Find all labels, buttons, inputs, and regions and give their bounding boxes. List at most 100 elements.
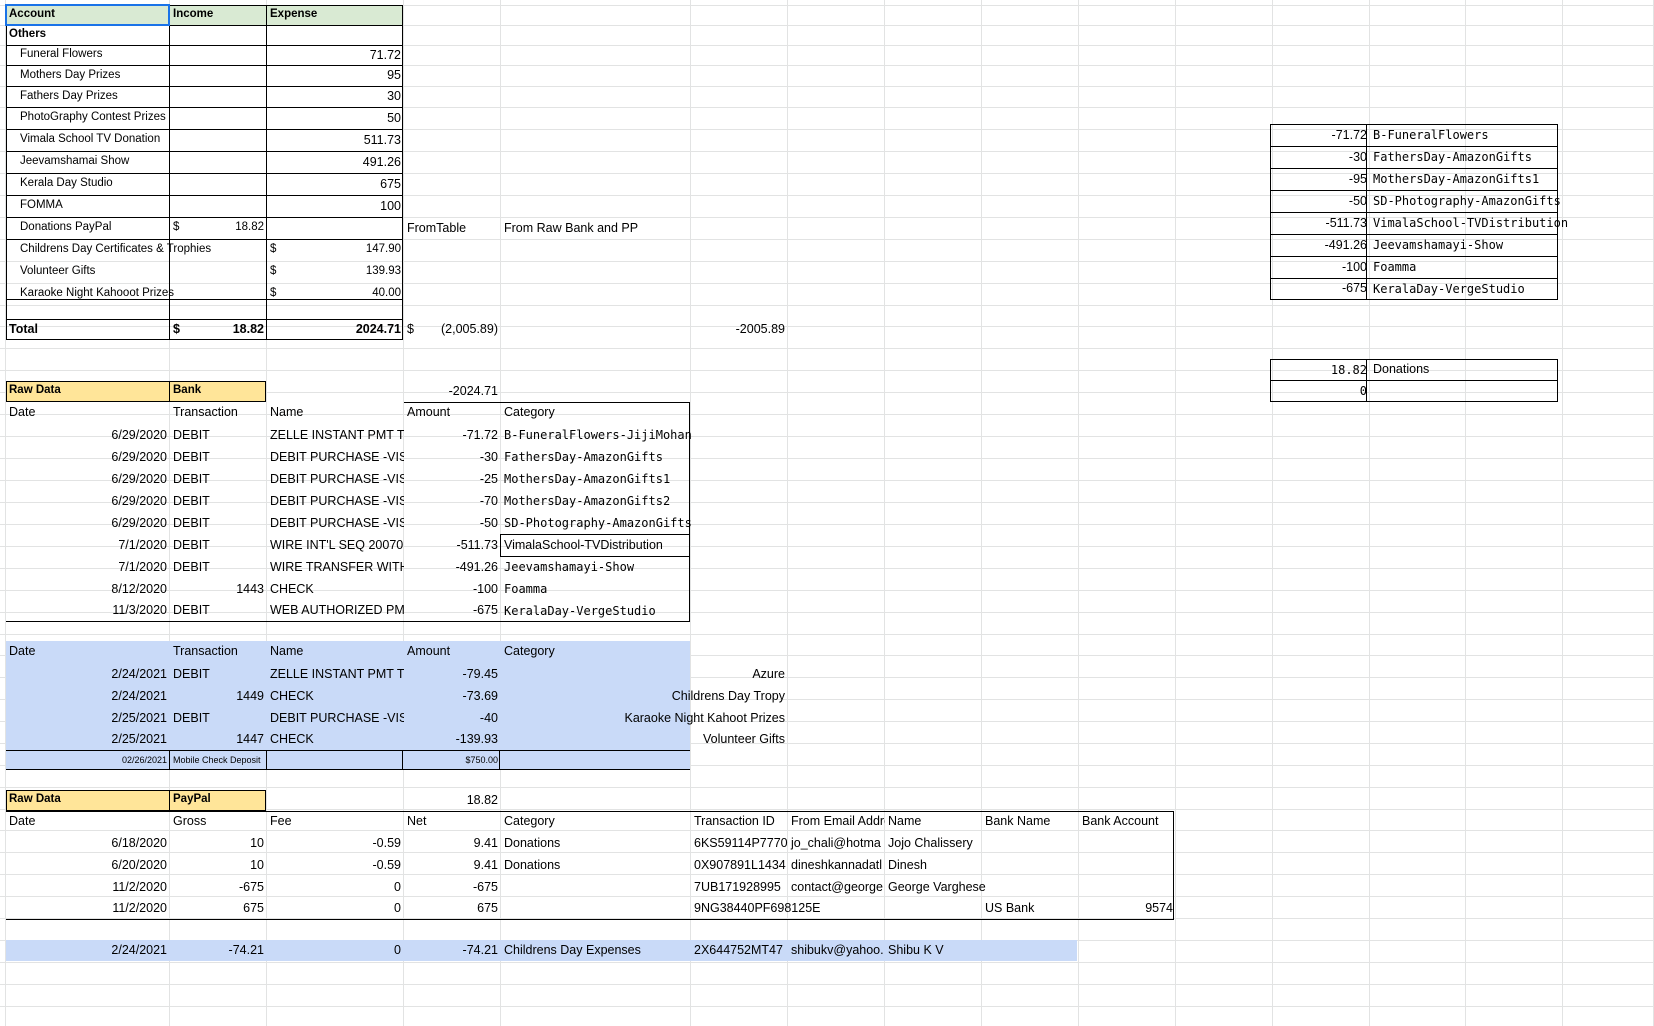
bank2-name[interactable]: DEBIT PURCHASE -VISA [267,707,404,729]
bank2-category[interactable]: Volunteer Gifts [501,729,788,750]
paypal-category[interactable] [501,876,691,898]
side-amount[interactable]: -71.72 [1273,124,1370,146]
side-label[interactable]: MothersDay-AmazonGifts1 [1370,168,1563,190]
paypal-date[interactable]: 11/2/2020 [6,898,170,919]
bank2-category[interactable]: Childrens Day Tropy [501,685,788,707]
bank-date[interactable]: 6/29/2020 [6,490,170,512]
expense-value[interactable]: 95 [267,65,404,86]
paypal-fee[interactable]: 0 [267,876,404,898]
bank-date[interactable]: 7/1/2020 [6,556,170,578]
paypal-bank[interactable] [982,876,1079,898]
expense-value[interactable]: 511.73 [267,129,404,151]
bank-name[interactable]: CHECK [267,578,404,600]
bank-date[interactable]: 6/29/2020 [6,446,170,468]
paypal-extra-tid[interactable]: 2X644752MT47 [691,940,788,961]
bank-category[interactable]: Foamma [501,578,788,600]
bank-txn[interactable]: DEBIT [170,446,267,468]
bank-category[interactable]: MothersDay-AmazonGifts2 [501,490,788,512]
side-amount[interactable]: -675 [1273,278,1370,299]
account-name[interactable]: PhotoGraphy Contest Prizes [6,107,170,129]
expense-value[interactable]: 139.93 [300,261,404,283]
paypal-category[interactable]: Donations [501,832,691,854]
paypal-account[interactable] [1079,832,1176,854]
raw-data-label[interactable]: Raw Data [6,381,170,401]
paypal-category[interactable] [501,898,691,919]
deposit-type[interactable]: Mobile Check Deposit [170,751,267,769]
side-amount[interactable]: -30 [1273,146,1370,168]
account-name[interactable]: FOMMA [6,195,170,217]
paypal-bank[interactable]: US Bank [982,898,1079,919]
paypal-fee[interactable]: -0.59 [267,854,404,876]
bank-amount[interactable]: -70 [404,490,501,512]
deposit-date[interactable]: 02/26/2021 [6,751,170,769]
bank-name[interactable]: WIRE TRANSFER WITHD [267,556,404,578]
paypal-header-4[interactable]: Category [501,811,691,832]
expense-value[interactable]: 491.26 [267,151,404,173]
paypal-email[interactable]: contact@george [788,876,885,898]
paypal-email[interactable]: jo_chali@hotma [788,832,885,854]
paypal-extra-name[interactable]: Shibu K V [885,940,982,961]
bank2-txn[interactable]: DEBIT [170,707,267,729]
paypal-fee[interactable]: -0.59 [267,832,404,854]
expense-value[interactable]: 71.72 [267,45,404,65]
paypal-net[interactable]: 675 [404,898,501,919]
paypal-date[interactable]: 6/18/2020 [6,832,170,854]
income-currency[interactable]: $ [170,217,200,239]
bank-category[interactable]: KeralaDay-VergeStudio [501,600,788,621]
bank2-amount[interactable]: -139.93 [404,729,501,750]
bank-txn[interactable]: DEBIT [170,556,267,578]
paypal-header-2[interactable]: Fee [267,811,404,832]
side-amount[interactable]: -100 [1273,256,1370,278]
bank2-date[interactable]: 2/24/2021 [6,663,170,685]
bank2-date[interactable]: 2/25/2021 [6,707,170,729]
paypal-header-0[interactable]: Date [6,811,170,832]
paypal-label[interactable]: PayPal [170,790,267,810]
spreadsheet-grid[interactable]: Account Income Expense Others Funeral Flower… [0,0,1654,1026]
bank2-txn[interactable]: 1449 [170,685,267,707]
bank-category[interactable]: B-FuneralFlowers-JijiMohan [501,424,788,446]
bank-date[interactable]: 6/29/2020 [6,512,170,534]
donations-amount[interactable]: 18.82 [1273,359,1370,380]
bank-amount[interactable]: -50 [404,512,501,534]
bank-category[interactable]: VimalaSchool-TVDistribution [501,534,788,556]
paypal-extra-fee[interactable]: 0 [267,940,404,961]
paypal-net[interactable]: 9.41 [404,832,501,854]
bank-amount[interactable]: -491.26 [404,556,501,578]
paypal-gross[interactable]: 10 [170,832,267,854]
bank2-amount[interactable]: -73.69 [404,685,501,707]
paypal-extra-email[interactable]: shibukv@yahoo. [788,940,885,961]
header-expense[interactable]: Expense [267,5,404,25]
paypal-header-6[interactable]: From Email Address [788,811,885,832]
bank-amount[interactable]: -511.73 [404,534,501,556]
account-name[interactable]: Jeevamshamai Show [6,151,170,173]
deposit-amount[interactable]: $750.00 [404,751,501,769]
paypal-header-1[interactable]: Gross [170,811,267,832]
bank-name[interactable]: WIRE INT'L SEQ 200701 [267,534,404,556]
side-label[interactable]: SD-Photography-AmazonGifts [1370,190,1563,212]
expense-value[interactable]: 100 [267,195,404,217]
bank-date[interactable]: 8/12/2020 [6,578,170,600]
zero-value[interactable]: 0 [1273,380,1370,401]
expense-value[interactable]: 40.00 [300,283,404,305]
raw-data-label[interactable]: Raw Data [6,790,170,810]
account-name[interactable]: Childrens Day Certificates & Trophies [6,239,211,261]
paypal-email[interactable] [788,898,885,919]
bank2-category[interactable]: Karaoke Night Kahoot Prizes [501,707,788,729]
paypal-header-9[interactable]: Bank Account [1079,811,1176,832]
account-name[interactable]: Vimala School TV Donation [6,129,170,151]
bank-label[interactable]: Bank [170,381,267,401]
bank-amount[interactable]: -30 [404,446,501,468]
bank-txn[interactable]: 1443 [170,578,267,600]
expense-value[interactable]: 50 [267,107,404,129]
header-income[interactable]: Income [170,5,267,25]
paypal-header-8[interactable]: Bank Name [982,811,1079,832]
account-name[interactable]: Kerala Day Studio [6,173,170,195]
paypal-extra-net[interactable]: -74.21 [404,940,501,961]
bank2-header-0[interactable]: Date [6,641,170,662]
side-label[interactable]: KeralaDay-VergeStudio [1370,278,1563,299]
bank2-txn[interactable]: DEBIT [170,663,267,685]
bank-amount[interactable]: -100 [404,578,501,600]
side-amount[interactable]: -491.26 [1273,234,1370,256]
bank-name[interactable]: DEBIT PURCHASE -VISA [267,446,404,468]
side-amount[interactable]: -511.73 [1273,212,1370,234]
